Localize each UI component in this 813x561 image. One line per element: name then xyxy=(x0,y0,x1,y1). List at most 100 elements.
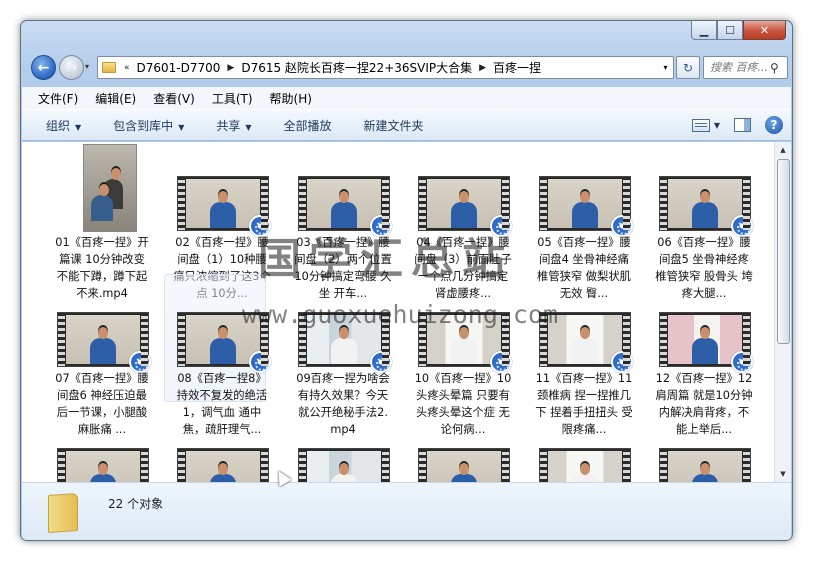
person-figure xyxy=(210,327,236,364)
address-bar[interactable]: « D7601-D7700 ▶ D7615 赵院长百疼一捏22+36SVIP大合… xyxy=(97,56,674,79)
person-figure xyxy=(451,191,477,228)
back-button[interactable]: ← xyxy=(31,55,56,80)
new-folder-button[interactable]: 新建文件夹 xyxy=(364,117,424,134)
video-thumbnail xyxy=(418,312,512,373)
details-pane: 22 个对象 xyxy=(22,482,791,540)
thumbnail-scene xyxy=(186,179,260,228)
file-item[interactable]: 05《百疼一捏》腰间盘4 坐骨神经痛椎管狭窄 做梨状肌无效 臀... xyxy=(520,142,633,300)
person-figure xyxy=(451,463,477,482)
file-item[interactable]: 08《百疼一捏8》持效不复发的绝活1，调气血 通中焦，疏肝理气... xyxy=(158,272,271,436)
include-in-library-button[interactable]: 包含到库中 ▼ xyxy=(113,117,184,134)
organize-button[interactable]: 组织 ▼ xyxy=(46,117,81,134)
address-dropdown[interactable]: ▾ xyxy=(657,63,673,72)
preview-pane-icon[interactable] xyxy=(734,118,751,132)
menu-edit[interactable]: 编辑(E) xyxy=(95,90,136,107)
file-item[interactable] xyxy=(38,408,150,482)
thumbnail-scene xyxy=(548,451,622,482)
file-item[interactable]: 11《百疼一捏》11颈椎病 捏一捏推几下 捏着手扭扭头 受限疼痛... xyxy=(520,272,633,436)
menu-help[interactable]: 帮助(H) xyxy=(270,90,312,107)
thumbnail-scene xyxy=(668,315,742,364)
person-figure xyxy=(572,463,598,482)
share-label: 共享 xyxy=(216,118,241,133)
menu-tools[interactable]: 工具(T) xyxy=(212,90,253,107)
person-figure xyxy=(210,191,236,228)
breadcrumb-item[interactable]: 百疼一捏 xyxy=(488,59,546,76)
forward-button[interactable]: → xyxy=(59,55,84,80)
caption-buttons: ▁ ☐ ✕ xyxy=(691,21,786,40)
person-figure xyxy=(331,327,357,364)
menu-view[interactable]: 查看(V) xyxy=(153,90,195,107)
thumbnail-scene xyxy=(307,451,381,482)
file-item[interactable] xyxy=(399,408,511,482)
file-item[interactable]: 07《百疼一捏》腰间盘6 神经压迫最后一节课，小腿酸麻胀痛 ... xyxy=(38,272,151,436)
file-item[interactable]: 06《百疼一捏》腰间盘5 坐骨神经疼 椎管狭窄 股骨头 垮疼大腿... xyxy=(640,142,753,300)
video-thumbnail xyxy=(298,312,392,373)
video-thumbnail xyxy=(418,176,512,237)
thumbnail-scene xyxy=(84,145,136,231)
recent-pages-dropdown[interactable]: ▾ xyxy=(85,62,89,71)
file-item[interactable]: 10《百疼一捏》10头疼头晕篇 只要有头疼头晕这个症 无论何病... xyxy=(399,272,512,436)
maximize-button[interactable]: ☐ xyxy=(717,21,743,40)
breadcrumb-separator-icon[interactable]: ▶ xyxy=(477,63,488,73)
minimize-button[interactable]: ▁ xyxy=(691,21,717,40)
file-item[interactable] xyxy=(640,408,752,482)
breadcrumb-item[interactable]: D7601-D7700 xyxy=(132,61,226,75)
chevron-down-icon: ▼ xyxy=(75,122,82,132)
file-item[interactable]: 09百疼一捏为啥会有持久效果？今天就公开绝秘手法2.mp4 xyxy=(279,272,392,436)
file-item[interactable] xyxy=(158,408,270,482)
menu-bar: 文件(F) 编辑(E) 查看(V) 工具(T) 帮助(H) xyxy=(22,87,791,109)
file-item[interactable]: 12《百疼一捏》12肩周篇 就是10分钟内解决肩背疼，不能上举后... xyxy=(640,272,753,436)
thumbnail-scene xyxy=(548,315,622,364)
folder-icon xyxy=(48,492,78,534)
video-thumbnail xyxy=(298,176,392,237)
thumbnail-scene xyxy=(427,179,501,228)
scroll-down-icon[interactable]: ▼ xyxy=(775,466,791,482)
person-figure xyxy=(90,327,116,364)
person-figure xyxy=(692,191,718,228)
toolbar-right: ▼ ? xyxy=(691,116,783,134)
video-thumbnail xyxy=(177,176,271,237)
person-figure xyxy=(331,191,357,228)
thumbnail-scene xyxy=(668,179,742,228)
video-thumbnail xyxy=(539,312,633,373)
menu-file[interactable]: 文件(F) xyxy=(38,90,78,107)
chevron-down-icon: ▼ xyxy=(245,122,252,132)
person-figure xyxy=(90,463,116,482)
command-bar: 组织 ▼ 包含到库中 ▼ 共享 ▼ 全部播放 新建文件夹 ▼ ? xyxy=(22,109,791,141)
file-item[interactable]: 04《百疼一捏》腰间盘（3）前面肚子一个点几分钟搞定肾虚腰疼... xyxy=(399,142,512,300)
scroll-up-icon[interactable]: ▲ xyxy=(775,142,791,158)
file-item[interactable] xyxy=(520,408,632,482)
file-list[interactable]: 01《百疼一捏》开篇课 10分钟改变 不能下蹲，蹲下起不来.mp4 02《百疼一捏… xyxy=(22,142,776,482)
search-box[interactable]: ⚲ xyxy=(703,56,788,79)
person-figure xyxy=(572,327,598,364)
close-button[interactable]: ✕ xyxy=(743,21,786,40)
thumbnail-scene xyxy=(427,451,501,482)
refresh-button[interactable]: ↻ xyxy=(676,56,700,79)
share-button[interactable]: 共享 ▼ xyxy=(216,117,251,134)
search-input[interactable] xyxy=(710,61,768,74)
video-thumbnail xyxy=(659,448,751,482)
change-view-icon[interactable] xyxy=(691,118,710,132)
thumbnail-scene xyxy=(307,315,381,364)
chevron-down-icon[interactable]: ▼ xyxy=(714,121,720,130)
breadcrumb-item[interactable]: D7615 赵院长百疼一捏22+36SVIP大合集 xyxy=(236,59,477,76)
file-item[interactable] xyxy=(279,408,391,482)
file-item[interactable]: 03《百疼一捏》腰间盘（2）两个位置 10分钟搞定弯腰 久坐 开车... xyxy=(279,142,392,300)
person-figure xyxy=(331,463,357,482)
vertical-scrollbar[interactable]: ▲ ▼ xyxy=(774,142,791,482)
video-thumbnail xyxy=(57,312,151,373)
file-item[interactable]: 01《百疼一捏》开篇课 10分钟改变 不能下蹲，蹲下起不来.mp4 xyxy=(38,142,150,300)
search-icon[interactable]: ⚲ xyxy=(770,61,779,75)
video-thumbnail xyxy=(177,312,271,373)
thumbnail-scene xyxy=(186,451,260,482)
thumbnail-scene xyxy=(66,315,140,364)
play-all-button[interactable]: 全部播放 xyxy=(284,117,332,134)
organize-label: 组织 xyxy=(46,118,71,133)
breadcrumb-overflow[interactable]: « xyxy=(122,63,132,73)
video-thumbnail xyxy=(539,448,631,482)
help-icon[interactable]: ? xyxy=(765,116,783,134)
video-thumbnail xyxy=(177,448,269,482)
breadcrumb-separator-icon[interactable]: ▶ xyxy=(225,63,236,73)
scrollbar-thumb[interactable] xyxy=(777,159,790,344)
file-item[interactable]: 02《百疼一捏》腰间盘（1）10种腰痛只浓缩到了这3个点 10分... xyxy=(158,142,271,300)
